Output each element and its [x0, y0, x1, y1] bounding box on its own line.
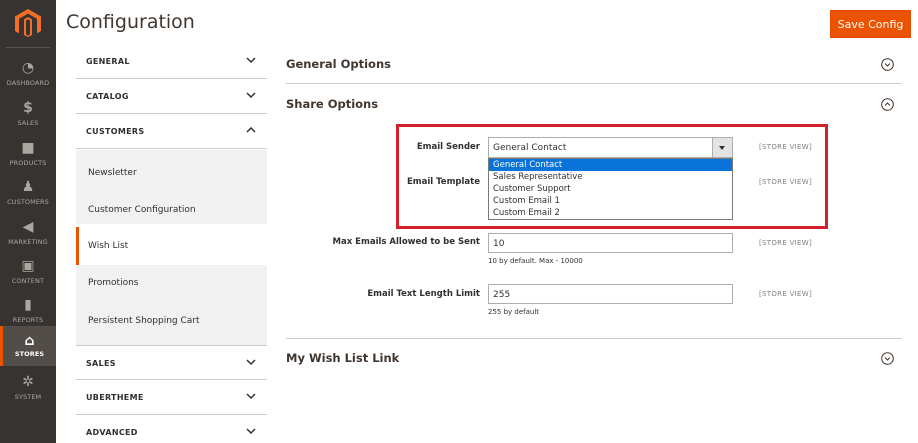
dollar-icon: $ — [23, 100, 33, 116]
max-emails-label: Max Emails Allowed to be Sent — [332, 237, 480, 247]
tab-item-label: Persistent Shopping Cart — [88, 316, 200, 326]
max-emails-note: 10 by default. Max - 10000 — [488, 257, 583, 265]
nav-item-sales[interactable]: $ SALES — [0, 97, 56, 137]
tab-label: CATALOG — [86, 92, 129, 101]
nav-label: PRODUCTS — [9, 159, 47, 167]
cube-icon: ■ — [21, 140, 35, 156]
chevron-down-icon — [246, 359, 256, 366]
section-title: Share Options — [286, 97, 379, 111]
config-tabs: GENERAL CATALOG CUSTOMERS Newsletter Cus… — [76, 44, 267, 443]
person-icon: ♟ — [21, 179, 35, 195]
nav-label: STORES — [14, 350, 45, 358]
tab-item-customer-configuration[interactable]: Customer Configuration — [76, 187, 267, 224]
nav-divider — [6, 47, 50, 48]
nav-item-customers[interactable]: ♟ CUSTOMERS — [0, 176, 56, 216]
nav-label: CUSTOMERS — [7, 198, 49, 206]
text-length-input[interactable]: 255 — [488, 284, 733, 304]
tab-label: ADVANCED — [86, 428, 138, 437]
max-emails-input[interactable]: 10 — [488, 233, 733, 253]
highlight-annotation — [396, 124, 828, 229]
tab-item-newsletter[interactable]: Newsletter — [76, 150, 267, 187]
tab-customers[interactable]: CUSTOMERS — [76, 114, 267, 149]
nav-item-content[interactable]: ▣ CONTENT — [0, 255, 56, 295]
scope-label: [STORE VIEW] — [759, 290, 812, 298]
nav-item-system[interactable]: ✲ SYSTEM — [0, 371, 56, 411]
dashboard-icon: ◔ — [21, 60, 35, 76]
bar-chart-icon: ▮ — [24, 297, 32, 313]
tab-item-label: Wish List — [88, 241, 129, 251]
page-title: Configuration — [66, 11, 195, 33]
nav-label: DASHBOARD — [6, 79, 50, 87]
text-length-label: Email Text Length Limit — [367, 289, 480, 299]
nav-item-dashboard[interactable]: ◔ DASHBOARD — [0, 57, 56, 97]
tab-label: SALES — [86, 359, 116, 368]
chevron-up-icon — [246, 126, 256, 133]
tab-sales[interactable]: SALES — [76, 345, 267, 380]
store-icon: ⌂ — [24, 333, 35, 349]
nav-item-marketing[interactable]: ◀ MARKETING — [0, 216, 56, 256]
tab-label: GENERAL — [86, 57, 130, 66]
chevron-down-icon — [246, 92, 256, 99]
admin-sidebar: ◔ DASHBOARD $ SALES ■ PRODUCTS ♟ CUSTOME… — [0, 0, 56, 443]
nav-label: MARKETING — [8, 238, 48, 246]
chevron-down-icon — [246, 57, 256, 64]
section-general-options[interactable]: General Options — [286, 44, 902, 84]
tab-item-persistent-shopping-cart[interactable]: Persistent Shopping Cart — [76, 302, 267, 345]
collapse-circle-icon[interactable] — [881, 98, 894, 111]
megaphone-icon: ◀ — [22, 219, 34, 235]
save-config-button[interactable]: Save Config — [830, 10, 911, 38]
tab-label: CUSTOMERS — [86, 127, 145, 136]
tab-advanced[interactable]: ADVANCED — [76, 415, 267, 443]
section-my-wish-list-link[interactable]: My Wish List Link — [286, 339, 902, 379]
content-icon: ▣ — [21, 258, 35, 274]
tab-item-label: Newsletter — [88, 168, 137, 178]
section-share-options[interactable]: Share Options — [286, 84, 902, 114]
nav-item-stores[interactable]: ⌂ STORES — [0, 326, 56, 366]
tab-catalog[interactable]: CATALOG — [76, 79, 267, 114]
nav-label: REPORTS — [12, 316, 44, 324]
nav-label: SALES — [17, 119, 39, 127]
gear-icon: ✲ — [22, 374, 34, 390]
chevron-down-icon — [246, 428, 256, 435]
tab-item-label: Promotions — [88, 278, 139, 288]
tab-item-promotions[interactable]: Promotions — [76, 265, 267, 302]
tab-label: UBERTHEME — [86, 393, 144, 402]
text-length-note: 255 by default — [488, 308, 540, 316]
tab-item-label: Customer Configuration — [88, 205, 196, 215]
nav-label: SYSTEM — [14, 393, 42, 401]
magento-logo-icon[interactable] — [13, 8, 43, 38]
tab-ubertheme[interactable]: UBERTHEME — [76, 380, 267, 415]
nav-label: CONTENT — [11, 277, 45, 285]
section-title: My Wish List Link — [286, 351, 400, 365]
tab-general[interactable]: GENERAL — [76, 44, 267, 79]
expand-circle-icon[interactable] — [881, 58, 894, 71]
section-title: General Options — [286, 57, 391, 71]
nav-item-products[interactable]: ■ PRODUCTS — [0, 137, 56, 177]
chevron-down-icon — [246, 393, 256, 400]
expand-circle-icon[interactable] — [881, 352, 894, 365]
scope-label: [STORE VIEW] — [759, 239, 812, 247]
tab-item-wish-list[interactable]: Wish List — [76, 227, 267, 265]
